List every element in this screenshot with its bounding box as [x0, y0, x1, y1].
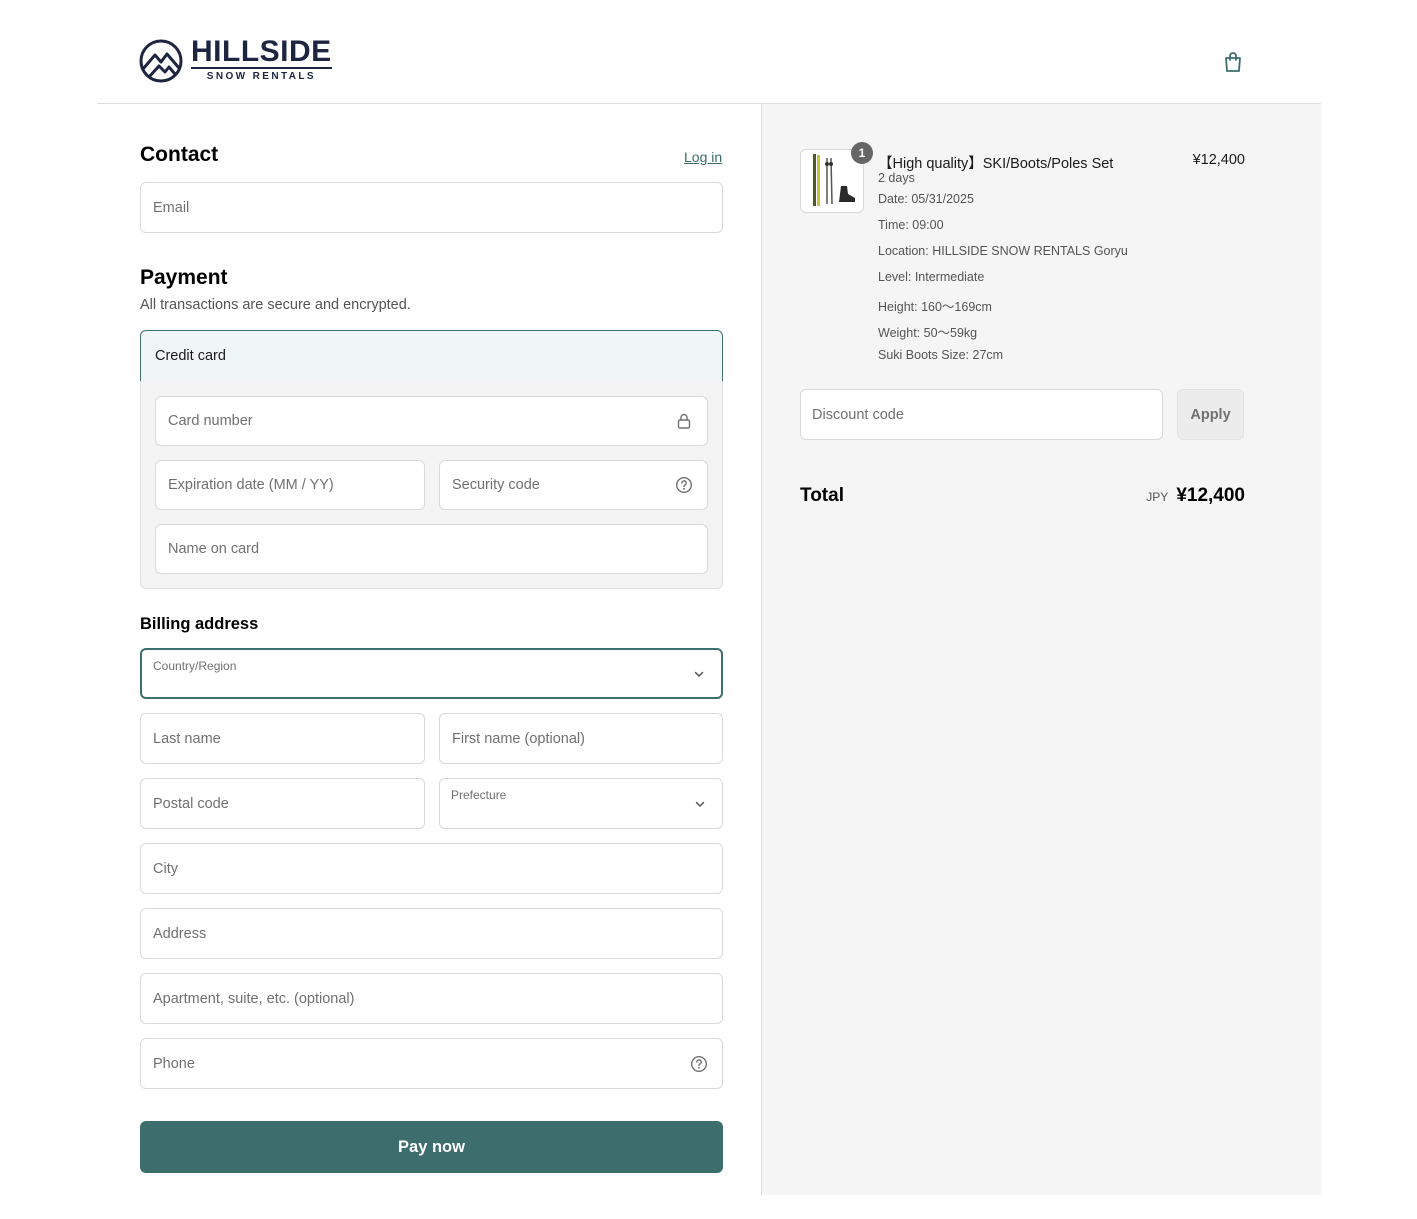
discount-code-field[interactable]: Discount code	[800, 389, 1163, 440]
name-on-card-placeholder: Name on card	[168, 541, 260, 557]
product-title: 【High quality】SKI/Boots/Poles Set	[878, 156, 1114, 172]
security-code-placeholder: Security code	[452, 477, 540, 493]
card-number-placeholder: Card number	[168, 413, 253, 429]
brand-name: HILLSIDE	[191, 35, 332, 69]
city-field[interactable]: City	[140, 843, 723, 894]
pay-now-button[interactable]: Pay now	[140, 1121, 723, 1173]
name-on-card-field[interactable]: Name on card	[155, 524, 708, 574]
chevron-down-icon	[695, 801, 705, 807]
city-placeholder: City	[153, 860, 178, 877]
contact-heading: Contact	[140, 143, 219, 166]
postal-code-placeholder: Postal code	[153, 795, 229, 812]
prefecture-label: Prefecture	[451, 788, 507, 802]
apartment-field[interactable]: Apartment, suite, etc. (optional)	[140, 973, 723, 1024]
prefecture-select[interactable]: Prefecture	[439, 778, 723, 829]
total-value: ¥12,400	[1176, 485, 1245, 506]
credit-card-fields: Card number Expiration date (MM / YY) Se…	[140, 381, 723, 589]
phone-placeholder: Phone	[153, 1055, 195, 1072]
total-amount: JPY ¥12,400	[1146, 485, 1245, 507]
product-property: Time: 09:00	[878, 218, 944, 232]
order-summary: 1 【High quality】SKI/Boots/Poles Set ¥12,…	[761, 104, 1321, 1195]
site-header: HILLSIDE SNOW RENTALS	[97, 0, 1321, 104]
brand-wordmark: HILLSIDE SNOW RENTALS	[191, 35, 332, 83]
email-field[interactable]: Email	[140, 182, 723, 233]
product-price: ¥12,400	[1192, 152, 1245, 168]
billing-address-heading: Billing address	[140, 615, 259, 633]
address-field[interactable]: Address	[140, 908, 723, 959]
shopping-bag-icon[interactable]	[1221, 50, 1245, 74]
lock-icon	[677, 413, 691, 429]
email-placeholder: Email	[153, 199, 190, 216]
chevron-down-icon	[694, 671, 704, 677]
payment-heading: Payment	[140, 266, 228, 289]
help-circle-icon[interactable]	[675, 476, 693, 494]
first-name-field[interactable]: First name (optional)	[439, 713, 723, 764]
postal-code-field[interactable]: Postal code	[140, 778, 425, 829]
checkout-form: Contact Log in Email Payment All transac…	[97, 104, 761, 1195]
quantity-badge: 1	[851, 142, 873, 164]
brand-logo[interactable]: HILLSIDE SNOW RENTALS	[139, 35, 332, 83]
product-thumbnail: 1	[800, 142, 873, 213]
security-code-field[interactable]: Security code	[439, 460, 708, 510]
credit-card-option[interactable]: Credit card	[140, 330, 723, 382]
expiration-placeholder: Expiration date (MM / YY)	[168, 477, 334, 493]
total-currency: JPY	[1146, 490, 1169, 504]
log-in-link[interactable]: Log in	[684, 149, 722, 165]
discount-code-placeholder: Discount code	[812, 407, 904, 423]
mountain-logo-icon	[139, 39, 183, 82]
apartment-placeholder: Apartment, suite, etc. (optional)	[153, 990, 355, 1007]
first-name-placeholder: First name (optional)	[452, 730, 585, 747]
last-name-field[interactable]: Last name	[140, 713, 425, 764]
country-region-label: Country/Region	[153, 659, 237, 673]
product-property: Suki Boots Size: 27cm	[878, 348, 1004, 362]
product-property: Level: Intermediate	[878, 270, 985, 284]
payment-subtitle: All transactions are secure and encrypte…	[140, 297, 411, 313]
last-name-placeholder: Last name	[153, 730, 221, 747]
rental-duration: 2 days	[878, 171, 915, 185]
phone-field[interactable]: Phone	[140, 1038, 723, 1089]
brand-tagline: SNOW RENTALS	[206, 71, 316, 82]
address-placeholder: Address	[153, 925, 207, 942]
product-property: Weight: 50〜59kg	[878, 326, 978, 340]
product-property: Height: 160〜169cm	[878, 300, 992, 314]
help-circle-icon[interactable]	[690, 1055, 708, 1073]
country-region-select[interactable]: Country/Region	[140, 648, 723, 699]
card-number-field[interactable]: Card number	[155, 396, 708, 446]
checkout-page: HILLSIDE SNOW RENTALS Contact Log in Ema…	[97, 0, 1321, 1195]
product-property: Location: HILLSIDE SNOW RENTALS Goryu	[878, 244, 1128, 258]
credit-card-label: Credit card	[155, 348, 226, 364]
apply-discount-button[interactable]: Apply	[1177, 389, 1244, 440]
expiration-date-field[interactable]: Expiration date (MM / YY)	[155, 460, 425, 510]
total-label: Total	[800, 485, 844, 506]
product-property: Date: 05/31/2025	[878, 192, 974, 206]
